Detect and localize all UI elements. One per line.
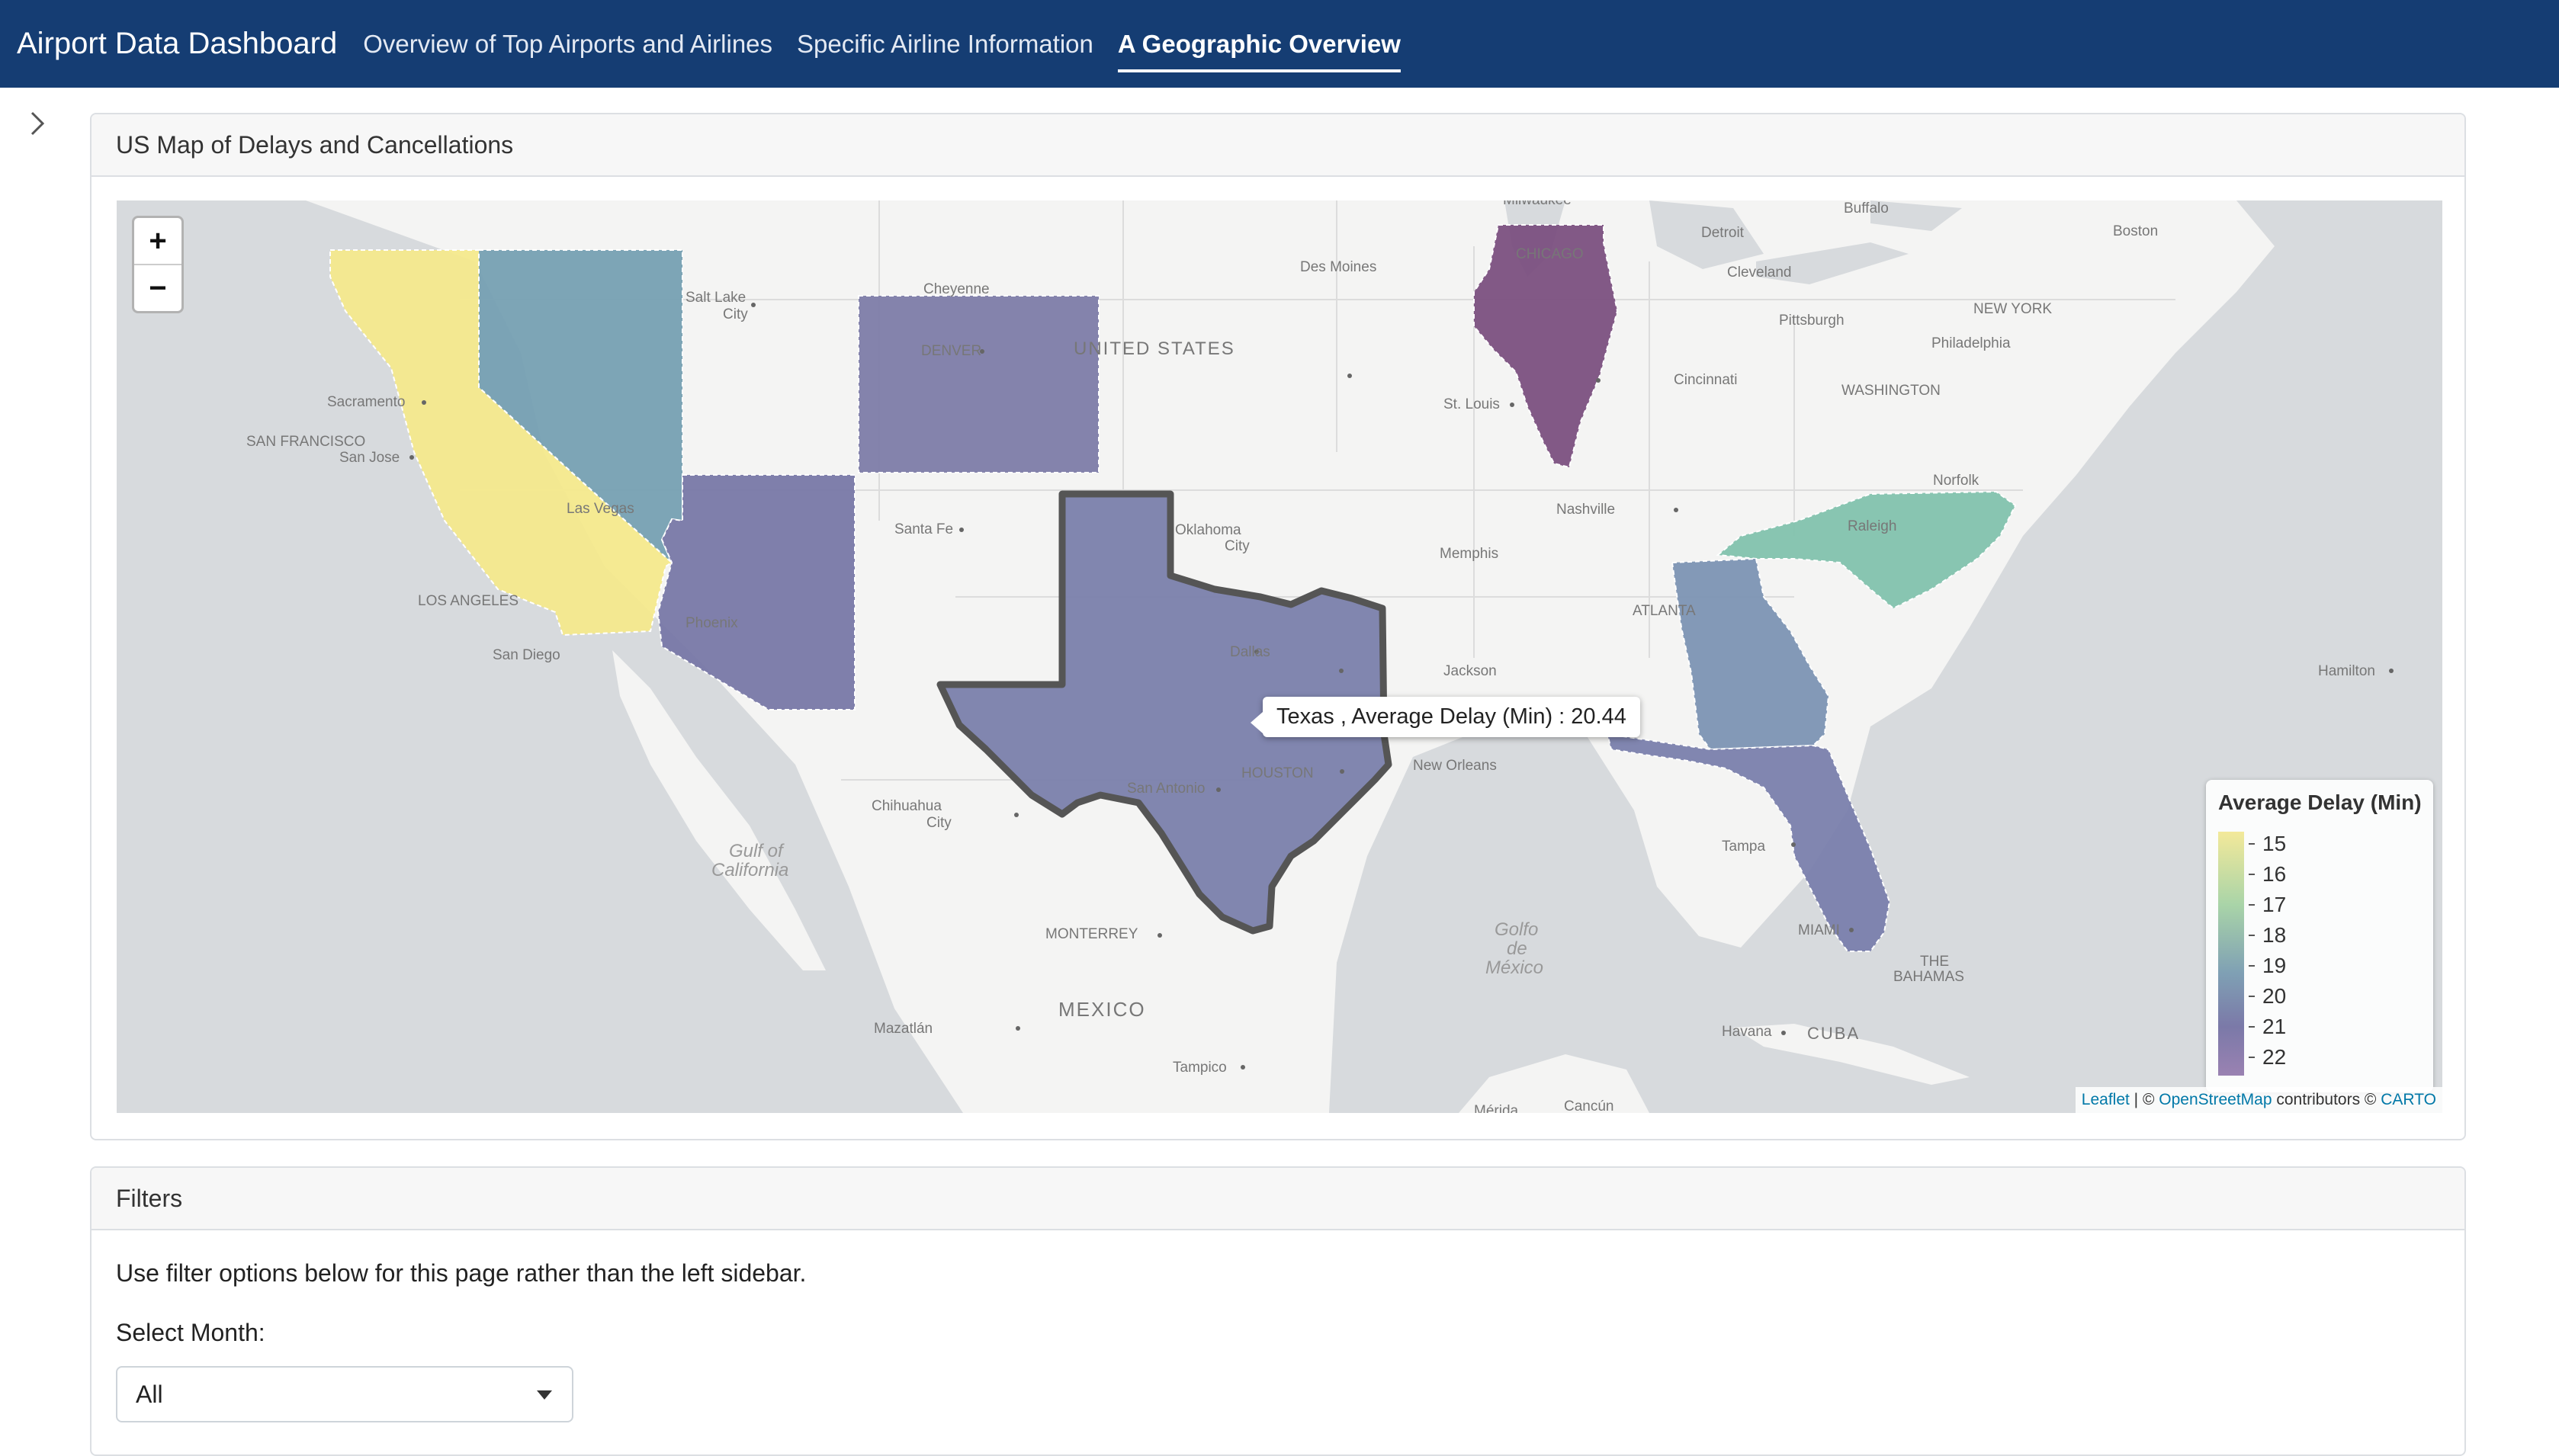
legend-tick: 20 bbox=[2249, 981, 2286, 1012]
label-hamilton: Hamilton bbox=[2318, 663, 2375, 679]
app-brand[interactable]: Airport Data Dashboard bbox=[17, 27, 337, 61]
nav-overview-top-airports[interactable]: Overview of Top Airports and Airlines bbox=[363, 30, 772, 59]
month-label: Select Month: bbox=[116, 1319, 265, 1346]
label-philadelphia: Philadelphia bbox=[1931, 335, 2011, 351]
label-dallas: Dallas bbox=[1230, 644, 1270, 660]
label-salt-lake: Salt Lake bbox=[686, 290, 746, 306]
nav-specific-airline[interactable]: Specific Airline Information bbox=[797, 30, 1093, 59]
filters-description: Use filter options below for this page r… bbox=[116, 1259, 807, 1287]
leaflet-link[interactable]: Leaflet bbox=[2082, 1091, 2130, 1109]
label-santa-fe: Santa Fe bbox=[894, 521, 953, 537]
state-arizona[interactable] bbox=[657, 474, 856, 710]
zoom-control: + − bbox=[132, 216, 184, 313]
label-oklahoma-city: City bbox=[1225, 538, 1250, 554]
chevron-down-icon bbox=[537, 1390, 552, 1400]
attribution-sep: | © bbox=[2129, 1091, 2159, 1108]
label-united-states: UNITED STATES bbox=[1074, 338, 1235, 359]
label-chihuahua-city: City bbox=[926, 815, 952, 831]
filters-card: Filters Use filter options below for thi… bbox=[90, 1166, 2466, 1456]
label-cancun: Cancún bbox=[1564, 1098, 1614, 1113]
label-atlanta: ATLANTA bbox=[1633, 603, 1696, 619]
label-norfolk: Norfolk bbox=[1933, 473, 1979, 489]
label-chihuahua: Chihuahua bbox=[872, 798, 942, 814]
label-san-francisco: SAN FRANCISCO bbox=[246, 434, 365, 450]
carto-link[interactable]: CARTO bbox=[2381, 1091, 2436, 1109]
label-detroit: Detroit bbox=[1701, 225, 1745, 241]
legend-tick: 21 bbox=[2249, 1012, 2286, 1042]
label-raleigh: Raleigh bbox=[1848, 518, 1896, 534]
zoom-out-button[interactable]: − bbox=[134, 264, 181, 311]
month-select[interactable]: All bbox=[116, 1366, 573, 1422]
label-new-york: NEW YORK bbox=[1973, 301, 2052, 317]
state-colorado[interactable] bbox=[858, 295, 1100, 473]
label-salt-lake-city: City bbox=[723, 306, 748, 322]
label-new-orleans: New Orleans bbox=[1413, 758, 1497, 774]
map-card-title: US Map of Delays and Cancellations bbox=[92, 114, 2464, 177]
label-nashville: Nashville bbox=[1556, 502, 1615, 518]
label-oklahoma: Oklahoma bbox=[1175, 522, 1241, 538]
label-bahamas: BAHAMAS bbox=[1893, 969, 1964, 985]
label-gulf-of: Gulf of bbox=[729, 841, 785, 861]
legend-tick: 17 bbox=[2249, 890, 2286, 920]
label-cincinnati: Cincinnati bbox=[1674, 372, 1737, 388]
label-california-gulf: California bbox=[711, 860, 788, 880]
label-st-louis: St. Louis bbox=[1443, 396, 1500, 412]
label-mexico: MEXICO bbox=[1058, 998, 1146, 1021]
legend-tick: 22 bbox=[2249, 1042, 2286, 1073]
label-san-diego: San Diego bbox=[493, 647, 560, 663]
attribution-contributors: contributors © bbox=[2272, 1091, 2381, 1108]
label-boston: Boston bbox=[2113, 223, 2158, 239]
label-pittsburgh: Pittsburgh bbox=[1779, 313, 1845, 329]
label-san-antonio: San Antonio bbox=[1127, 781, 1205, 797]
filters-card-title: Filters bbox=[92, 1168, 2464, 1230]
label-washington: WASHINGTON bbox=[1841, 383, 1941, 399]
zoom-in-button[interactable]: + bbox=[134, 218, 181, 264]
label-los-angeles: LOS ANGELES bbox=[418, 593, 519, 609]
legend-tick: 15 bbox=[2249, 829, 2286, 859]
state-tooltip: Texas , Average Delay (Min) : 20.44 bbox=[1251, 697, 1640, 737]
label-des-moines: Des Moines bbox=[1300, 259, 1376, 275]
nav-geographic-overview[interactable]: A Geographic Overview bbox=[1117, 30, 1402, 72]
label-cheyenne: Cheyenne bbox=[923, 281, 990, 297]
label-tampa: Tampa bbox=[1722, 839, 1765, 855]
label-tampico: Tampico bbox=[1173, 1060, 1227, 1076]
osm-link[interactable]: OpenStreetMap bbox=[2159, 1091, 2272, 1109]
us-delay-map[interactable]: Milwaukee Detroit Buffalo Boston Des Moi… bbox=[117, 200, 2442, 1113]
sidebar-toggle-chevron-icon[interactable] bbox=[23, 108, 53, 139]
label-las-vegas: Las Vegas bbox=[567, 501, 634, 517]
map-attribution: Leaflet | © OpenStreetMap contributors ©… bbox=[2075, 1087, 2442, 1113]
label-sacramento: Sacramento bbox=[327, 394, 405, 410]
top-navbar: Airport Data Dashboard Overview of Top A… bbox=[0, 0, 2559, 88]
label-san-jose: San Jose bbox=[339, 450, 400, 466]
label-cleveland: Cleveland bbox=[1727, 265, 1792, 281]
map-card: US Map of Delays and Cancellations Detro… bbox=[90, 113, 2466, 1140]
label-phoenix: Phoenix bbox=[686, 615, 738, 631]
legend-ticks: 15 16 17 18 19 20 21 22 bbox=[2249, 829, 2286, 1073]
label-milwaukee: Milwaukee bbox=[1503, 200, 1572, 208]
label-denver: DENVER bbox=[921, 343, 981, 359]
label-the: THE bbox=[1920, 954, 1949, 970]
legend-tick: 18 bbox=[2249, 920, 2286, 951]
label-chicago: CHICAGO bbox=[1516, 246, 1584, 262]
legend-tick: 16 bbox=[2249, 859, 2286, 890]
label-houston: HOUSTON bbox=[1241, 765, 1314, 781]
label-havana: Havana bbox=[1722, 1024, 1772, 1040]
label-miami: MIAMI bbox=[1798, 922, 1840, 938]
label-merida: Mérida bbox=[1474, 1103, 1519, 1113]
legend-tick: 19 bbox=[2249, 951, 2286, 981]
label-mazatlan: Mazatlán bbox=[874, 1021, 933, 1037]
legend-title: Average Delay (Min) bbox=[2218, 791, 2422, 814]
label-memphis: Memphis bbox=[1440, 546, 1498, 562]
map-legend: Average Delay (Min) 15 16 17 18 19 20 21… bbox=[2206, 780, 2433, 1092]
month-select-value: All bbox=[136, 1380, 163, 1408]
label-monterrey: MONTERREY bbox=[1045, 926, 1138, 942]
label-golfo-mexico: México bbox=[1485, 957, 1543, 978]
map-canvas[interactable]: Milwaukee Detroit Buffalo Boston Des Moi… bbox=[117, 200, 2442, 1113]
label-buffalo: Buffalo bbox=[1844, 200, 1889, 216]
label-golfo-de: de bbox=[1507, 938, 1527, 959]
label-cuba: CUBA bbox=[1807, 1024, 1860, 1043]
label-golfo: Golfo bbox=[1495, 919, 1538, 940]
legend-color-bar bbox=[2218, 832, 2244, 1076]
label-jackson: Jackson bbox=[1443, 663, 1497, 679]
